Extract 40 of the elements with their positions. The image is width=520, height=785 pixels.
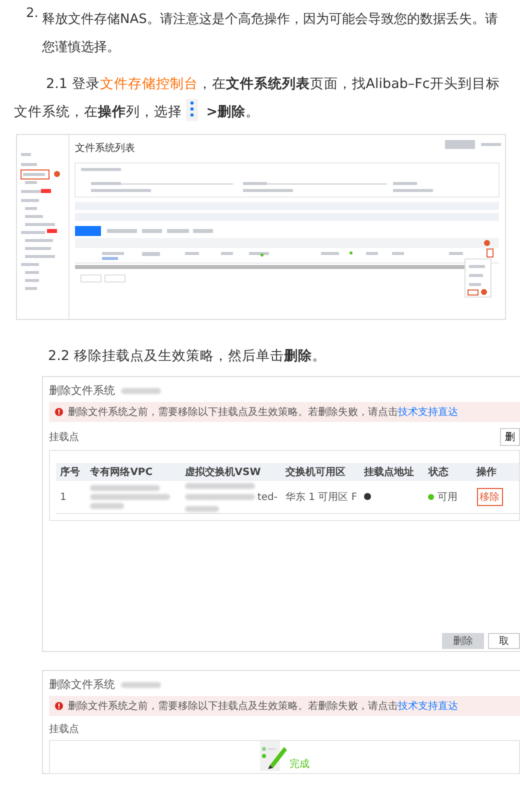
error-icon: [55, 408, 63, 416]
column-header: 交换机可用区: [281, 463, 360, 481]
dialog-title: 删除文件系统: [49, 383, 115, 398]
blurred-text: [184, 482, 255, 488]
error-icon: [55, 702, 63, 710]
blurred-text: [184, 494, 256, 500]
status-label: 可用: [428, 490, 458, 504]
warning-message: 删除文件系统之前，需要移除以下挂载点及生效策略。若删除失败，请点击技术支持直达: [68, 700, 458, 713]
step-paragraph: 2.2 移除挂载点及生效策略，然后单击删除。: [48, 347, 327, 366]
support-link[interactable]: 技术支持直达: [398, 407, 458, 418]
blurred-text: [90, 485, 160, 491]
step-paragraph: 2.1 登录文件存储控制台，在文件系统列表页面，找Alibab–Fc开头到目标文件系统，在操作列，选择 >删除。: [14, 75, 501, 123]
page-title: 文件系统列表: [75, 142, 135, 155]
mount-icon: [364, 492, 371, 500]
table-cell: 华东 1 可用区 F: [281, 481, 360, 514]
blurred-text: [121, 388, 161, 394]
column-header: 状态: [424, 463, 473, 481]
column-header: 虚拟交换机VSW: [180, 463, 282, 481]
console-link[interactable]: 文件存储控制台: [100, 76, 198, 92]
list-number: 2.: [26, 6, 40, 23]
column-header: 序号: [56, 463, 86, 481]
more-icon: [186, 99, 198, 121]
table-cell: ted-: [257, 492, 278, 502]
section-label: 挂载点: [49, 430, 79, 444]
blurred-text: [90, 503, 124, 509]
cancel-button[interactable]: 取: [488, 633, 520, 649]
column-header: 操作: [472, 463, 519, 481]
step-paragraph: 释放文件存储NAS。请注意这是个高危操作，因为可能会导致您的数据丢失。请您谨慎选择。: [42, 11, 499, 57]
delete-button[interactable]: 删: [500, 428, 520, 446]
column-header: 专有网络VPC: [86, 463, 181, 481]
column-header: 挂载点地址: [360, 463, 424, 481]
blurred-text: [121, 682, 161, 688]
remove-button[interactable]: 移除: [476, 488, 503, 506]
section-label: 挂载点: [49, 722, 79, 736]
support-link[interactable]: 技术支持直达: [398, 701, 458, 712]
table-cell: 1: [56, 481, 86, 514]
dialog-title: 删除文件系统: [49, 677, 115, 692]
done-label: 完成: [290, 758, 310, 771]
blurred-text: [184, 506, 219, 512]
warning-message: 删除文件系统之前，需要移除以下挂载点及生效策略。若删除失败，请点击技术支持直达: [68, 406, 458, 419]
